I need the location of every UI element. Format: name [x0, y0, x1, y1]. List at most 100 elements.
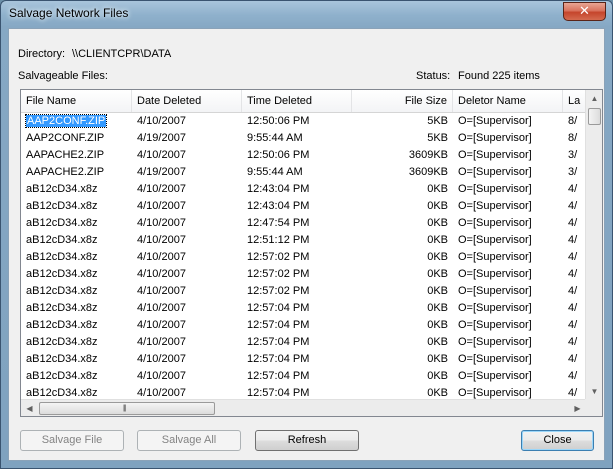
cell-file-size: 0KB — [427, 183, 448, 195]
table-row[interactable]: aB12cD34.x8z 4/10/2007 12:51:12 PM 0KB O=[Su… — [21, 232, 578, 249]
window-close-button[interactable]: ✕ — [563, 2, 606, 21]
column-header-file-size[interactable]: File Size — [352, 90, 453, 112]
vertical-scrollbar[interactable]: ▲ ▼ — [585, 90, 602, 400]
cell-deletor-name: O=[Supervisor] — [458, 132, 532, 144]
title-bar[interactable]: Salvage Network Files ✕ — [1, 1, 612, 27]
directory-label: Directory: — [18, 48, 66, 60]
cell-deletor-name: O=[Supervisor] — [458, 319, 532, 331]
cell-date-deleted: 4/19/2007 — [137, 132, 186, 144]
scroll-down-icon[interactable]: ▼ — [586, 383, 602, 400]
cell-time-deleted: 12:57:04 PM — [247, 336, 310, 348]
cell-deletor-name: O=[Supervisor] — [458, 268, 532, 280]
cell-date-deleted: 4/10/2007 — [137, 234, 186, 246]
cell-deletor-name: O=[Supervisor] — [458, 285, 532, 297]
table-row[interactable]: aB12cD34.x8z 4/10/2007 12:57:04 PM 0KB O=[Su… — [21, 368, 578, 385]
column-header-time-deleted[interactable]: Time Deleted — [242, 90, 352, 112]
list-header: File Name Date Deleted Time Deleted File… — [21, 90, 591, 113]
cell-time-deleted: 12:50:06 PM — [247, 115, 310, 127]
table-row[interactable]: aB12cD34.x8z 4/10/2007 12:57:02 PM 0KB O=[Su… — [21, 266, 578, 283]
cell-date-deleted: 4/10/2007 — [137, 302, 186, 314]
cell-file-size: 3609KB — [408, 166, 448, 178]
list-rows: AAP2CONF.ZIP 4/10/2007 12:50:06 PM 5KB O=[Su… — [21, 113, 578, 401]
cell-deletor-name: O=[Supervisor] — [458, 217, 532, 229]
cell-file-size: 0KB — [427, 302, 448, 314]
scroll-up-icon[interactable]: ▲ — [586, 90, 602, 107]
cell-time-deleted: 9:55:44 AM — [247, 132, 303, 144]
table-row[interactable]: aB12cD34.x8z 4/10/2007 12:57:04 PM 0KB O=[Su… — [21, 351, 578, 368]
cell-file-size: 0KB — [427, 200, 448, 212]
cell-deletor-name: O=[Supervisor] — [458, 115, 532, 127]
cell-last: 4/ — [568, 183, 578, 195]
table-row[interactable]: AAPACHE2.ZIP 4/10/2007 12:50:06 PM 3609KB O=… — [21, 147, 578, 164]
cell-file-name: aB12cD34.x8z — [26, 353, 98, 365]
cell-file-size: 5KB — [427, 115, 448, 127]
horizontal-scrollbar[interactable]: ◀ ||| ▶ — [21, 399, 586, 416]
cell-time-deleted: 12:57:02 PM — [247, 268, 310, 280]
cell-time-deleted: 12:57:04 PM — [247, 353, 310, 365]
cell-last: 4/ — [568, 353, 578, 365]
cell-date-deleted: 4/10/2007 — [137, 268, 186, 280]
cell-file-name: aB12cD34.x8z — [26, 200, 98, 212]
cell-file-name: aB12cD34.x8z — [26, 234, 98, 246]
status-value: Found 225 items — [458, 70, 540, 82]
vertical-scroll-thumb[interactable] — [588, 108, 601, 125]
table-row[interactable]: aB12cD34.x8z 4/10/2007 12:43:04 PM 0KB O=[Su… — [21, 181, 578, 198]
cell-last: 8/ — [568, 132, 578, 144]
cell-file-name: aB12cD34.x8z — [26, 183, 98, 195]
horizontal-scroll-thumb[interactable]: ||| — [39, 402, 215, 415]
scroll-corner — [585, 399, 602, 416]
cell-time-deleted: 12:57:04 PM — [247, 302, 310, 314]
cell-file-size: 0KB — [427, 370, 448, 382]
grip-icon: ||| — [123, 405, 127, 412]
table-row[interactable]: aB12cD34.x8z 4/10/2007 12:57:04 PM 0KB O=[Su… — [21, 334, 578, 351]
table-row[interactable]: aB12cD34.x8z 4/10/2007 12:57:04 PM 0KB O=[Su… — [21, 317, 578, 334]
column-header-deletor-name[interactable]: Deletor Name — [453, 90, 563, 112]
status-label: Status: — [416, 70, 451, 82]
cell-file-size: 3609KB — [408, 149, 448, 161]
cell-file-name: aB12cD34.x8z — [26, 302, 98, 314]
cell-date-deleted: 4/10/2007 — [137, 319, 186, 331]
cell-file-name: AAPACHE2.ZIP — [26, 166, 105, 178]
cell-file-name: aB12cD34.x8z — [26, 217, 98, 229]
salvageable-files-label: Salvageable Files: — [18, 70, 108, 82]
cell-last: 4/ — [568, 370, 578, 382]
cell-time-deleted: 12:57:02 PM — [247, 285, 310, 297]
cell-file-size: 0KB — [427, 234, 448, 246]
cell-date-deleted: 4/19/2007 — [137, 166, 186, 178]
close-button[interactable]: Close — [521, 430, 594, 451]
directory-value: \\CLIENTCPR\DATA — [72, 48, 172, 60]
cell-time-deleted: 12:51:12 PM — [247, 234, 310, 246]
cell-deletor-name: O=[Supervisor] — [458, 302, 532, 314]
cell-last: 4/ — [568, 200, 578, 212]
close-icon: ✕ — [579, 3, 590, 18]
cell-deletor-name: O=[Supervisor] — [458, 149, 532, 161]
cell-file-name: aB12cD34.x8z — [26, 370, 98, 382]
column-header-file-name[interactable]: File Name — [21, 90, 132, 112]
table-row[interactable]: AAP2CONF.ZIP 4/10/2007 12:50:06 PM 5KB O=[Su… — [21, 113, 578, 130]
table-row[interactable]: aB12cD34.x8z 4/10/2007 12:57:02 PM 0KB O=[Su… — [21, 283, 578, 300]
cell-deletor-name: O=[Supervisor] — [458, 183, 532, 195]
cell-last: 4/ — [568, 234, 578, 246]
scroll-right-icon[interactable]: ▶ — [569, 400, 586, 416]
cell-file-name: aB12cD34.x8z — [26, 336, 98, 348]
table-row[interactable]: AAP2CONF.ZIP 4/19/2007 9:55:44 AM 5KB O=[Sup… — [21, 130, 578, 147]
salvage-file-button[interactable]: Salvage File — [20, 430, 124, 451]
cell-time-deleted: 12:43:04 PM — [247, 183, 310, 195]
table-row[interactable]: aB12cD34.x8z 4/10/2007 12:47:54 PM 0KB O=[Su… — [21, 215, 578, 232]
refresh-button[interactable]: Refresh — [255, 430, 359, 451]
table-row[interactable]: AAPACHE2.ZIP 4/19/2007 9:55:44 AM 3609KB O=[… — [21, 164, 578, 181]
salvage-all-button[interactable]: Salvage All — [137, 430, 241, 451]
cell-time-deleted: 12:57:04 PM — [247, 319, 310, 331]
column-header-date-deleted[interactable]: Date Deleted — [132, 90, 242, 112]
selected-file-name: AAP2CONF.ZIP — [24, 114, 108, 128]
cell-file-name: aB12cD34.x8z — [26, 285, 98, 297]
dialog-client: Directory: \\CLIENTCPR\DATA Salvageable … — [8, 28, 605, 461]
files-list[interactable]: File Name Date Deleted Time Deleted File… — [20, 89, 603, 417]
scroll-left-icon[interactable]: ◀ — [21, 400, 38, 416]
table-row[interactable]: aB12cD34.x8z 4/10/2007 12:57:04 PM 0KB O=[Su… — [21, 300, 578, 317]
table-row[interactable]: aB12cD34.x8z 4/10/2007 12:57:02 PM 0KB O=[Su… — [21, 249, 578, 266]
cell-time-deleted: 12:57:04 PM — [247, 370, 310, 382]
cell-date-deleted: 4/10/2007 — [137, 336, 186, 348]
table-row[interactable]: aB12cD34.x8z 4/10/2007 12:43:04 PM 0KB O=[Su… — [21, 198, 578, 215]
cell-deletor-name: O=[Supervisor] — [458, 200, 532, 212]
